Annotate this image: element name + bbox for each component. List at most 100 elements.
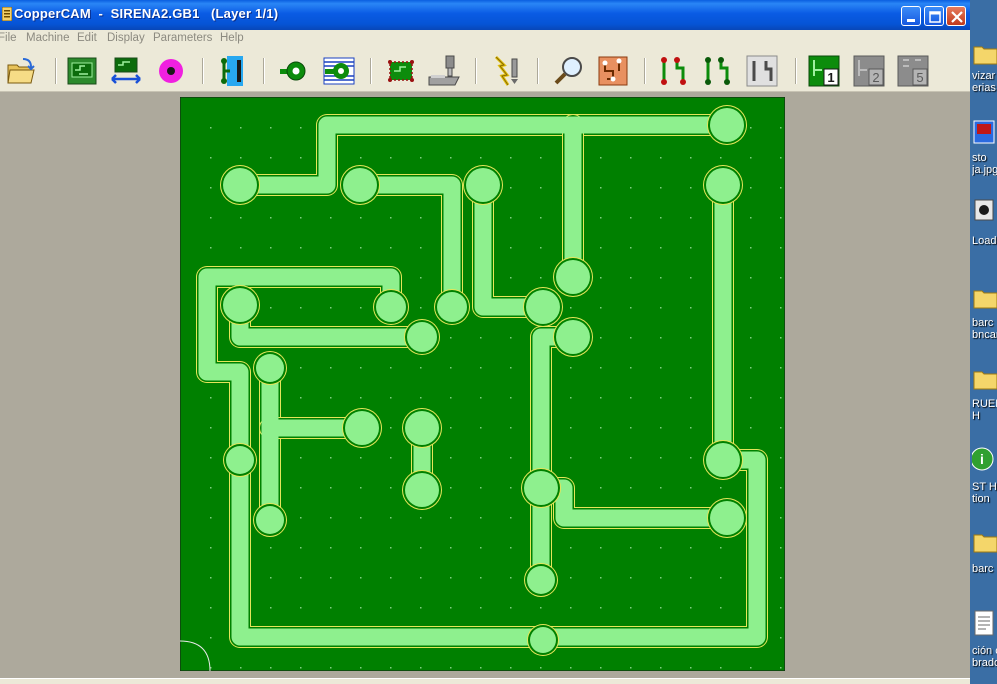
grid-dot (750, 217, 752, 219)
layer-5-button[interactable]: 5 (897, 55, 929, 87)
grid-dot (750, 127, 752, 129)
grid-dot (660, 487, 662, 489)
grid-dot (450, 547, 452, 549)
grid-dot (750, 337, 752, 339)
close-icon (951, 11, 963, 23)
folder-icon[interactable] (972, 42, 997, 66)
grid-dot (210, 457, 212, 459)
layer-2-button[interactable]: 2 (853, 55, 885, 87)
menu-machine[interactable]: Machine (26, 32, 69, 44)
grid-dot (600, 247, 602, 249)
drill-point-button[interactable] (155, 55, 187, 87)
grid-dot (390, 547, 392, 549)
grid-dot (270, 247, 272, 249)
single-contour-button[interactable] (278, 55, 310, 87)
grid-dot (360, 247, 362, 249)
toolbar: 1 2 5 (0, 48, 970, 92)
grid-dot (510, 487, 512, 489)
grid-dot (360, 517, 362, 519)
route-green-button[interactable] (701, 55, 733, 87)
pcb-board-canvas[interactable] (180, 97, 785, 671)
folder-icon[interactable] (972, 530, 997, 554)
grid-dot (750, 187, 752, 189)
pcb-view-button[interactable] (597, 55, 629, 87)
menu-bar: File Machine Edit Display Parameters Hel… (0, 30, 970, 48)
grid-dot (360, 607, 362, 609)
track-button[interactable] (217, 55, 249, 87)
route-red-button[interactable] (657, 55, 689, 87)
document-icon[interactable] (972, 610, 997, 636)
grid-dot (600, 577, 602, 579)
track-icon (221, 56, 243, 86)
card-contour-button[interactable] (385, 55, 417, 87)
board-button[interactable] (66, 55, 98, 87)
desktop-label: barc (972, 563, 994, 575)
grid-dot (270, 127, 272, 129)
spark-drill-button[interactable] (490, 55, 522, 87)
grid-dot (240, 157, 242, 159)
grid-dot (270, 577, 272, 579)
grid-dot (690, 607, 692, 609)
grid-dot (390, 217, 392, 219)
title-bar[interactable]: CopperCAM - SIRENA2.GB1 (Layer 1/1) (0, 0, 970, 30)
zoom-button[interactable] (553, 55, 585, 87)
grid-dot (690, 187, 692, 189)
copper-pad (556, 260, 590, 294)
copper-pad (405, 411, 439, 445)
grid-dot (390, 487, 392, 489)
menu-help[interactable]: Help (220, 32, 244, 44)
folder-icon[interactable] (972, 286, 997, 310)
grid-dot (390, 457, 392, 459)
grid-dot (450, 397, 452, 399)
layer-1-button[interactable]: 1 (808, 55, 840, 87)
close-button[interactable] (946, 6, 966, 26)
grid-dot (660, 607, 662, 609)
grid-dot (690, 457, 692, 459)
grid-dot (660, 307, 662, 309)
grid-dot (720, 487, 722, 489)
grid-dot (720, 607, 722, 609)
copper-pad (530, 627, 556, 653)
layer-1-icon: 1 (808, 55, 840, 87)
desktop-label: barc bncar (972, 317, 997, 341)
loader-icon[interactable] (972, 198, 997, 222)
grid-dot (390, 667, 392, 669)
open-button[interactable] (5, 55, 37, 87)
menu-parameters[interactable]: Parameters (153, 32, 212, 44)
multiple-contours-button[interactable] (323, 55, 355, 87)
menu-file[interactable]: File (0, 32, 17, 44)
grid-dot (210, 547, 212, 549)
magnifier-icon (554, 57, 582, 85)
grid-dot (480, 397, 482, 399)
menu-edit[interactable]: Edit (77, 32, 97, 44)
grid-dot (600, 667, 602, 669)
installer-icon[interactable]: i (972, 446, 997, 472)
toolbar-separator (795, 58, 797, 84)
grid-dot (420, 217, 422, 219)
grid-dot (690, 397, 692, 399)
folder-icon[interactable] (972, 367, 997, 391)
route-gray-button[interactable] (746, 55, 778, 87)
grid-dot (330, 247, 332, 249)
grid-dot (330, 547, 332, 549)
grid-dot (690, 307, 692, 309)
milling-tool-button[interactable] (428, 55, 460, 87)
image-file-icon[interactable] (972, 120, 997, 144)
grid-dot (510, 157, 512, 159)
grid-dot (270, 547, 272, 549)
grid-dot (750, 277, 752, 279)
grid-dot (690, 277, 692, 279)
grid-dot (630, 247, 632, 249)
board-resize-button[interactable] (110, 55, 142, 87)
maximize-button[interactable] (924, 6, 944, 26)
grid-dot (360, 367, 362, 369)
toolbar-separator (644, 58, 646, 84)
layer-5-icon: 5 (897, 55, 929, 87)
menu-display[interactable]: Display (107, 32, 145, 44)
grid-dot (480, 607, 482, 609)
minimize-button[interactable] (901, 6, 921, 26)
grid-dot (240, 667, 242, 669)
coppercam-app-icon[interactable] (2, 7, 12, 21)
grid-dot (780, 607, 782, 609)
grid-dot (300, 367, 302, 369)
